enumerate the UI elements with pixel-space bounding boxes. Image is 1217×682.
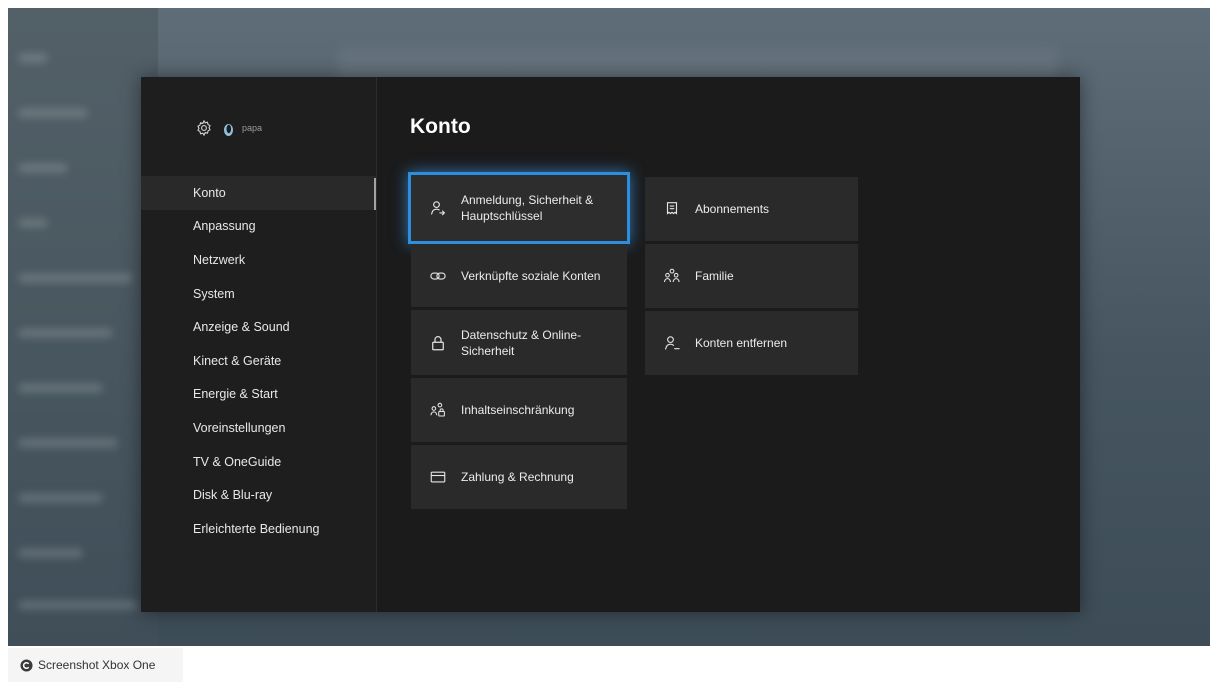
page-title: Konto [410, 115, 471, 138]
sidebar-item-label: Anpassung [193, 219, 256, 234]
tile-konten-entfernen[interactable]: Konten entfernen [645, 311, 858, 375]
sidebar-item-konto[interactable]: Konto [141, 176, 377, 210]
tile-verknuepfte-konten[interactable]: Verknüpfte soziale Konten [411, 244, 627, 307]
gear-icon [197, 119, 211, 137]
tile-anmeldung-sicherheit[interactable]: Anmeldung, Sicherheit & Hauptschlüssel [408, 172, 630, 244]
sidebar-item-erleichterte-bedienung[interactable]: Erleichterte Bedienung [141, 512, 377, 546]
tile-inhaltseinschraenkung[interactable]: Inhaltseinschränkung [411, 378, 627, 442]
sidebar-item-anpassung[interactable]: Anpassung [141, 210, 377, 244]
sidebar-item-label: TV & OneGuide [193, 454, 282, 469]
sidebar-item-label: Voreinstellungen [193, 420, 286, 435]
sidebar-item-label: Anzeige & Sound [193, 320, 290, 335]
settings-sidebar: papa Konto Anpassung Netzwerk System Anz… [141, 77, 377, 612]
caption-text: Screenshot Xbox One [38, 658, 156, 672]
sidebar-item-netzwerk[interactable]: Netzwerk [141, 243, 377, 277]
tile-label: Abonnements [695, 202, 770, 216]
tile-label: Konten entfernen [695, 336, 788, 350]
sidebar-item-label: Energie & Start [193, 387, 278, 402]
credit-card-icon [427, 466, 449, 488]
link-icon [427, 265, 449, 287]
tile-zahlung-rechnung[interactable]: Zahlung & Rechnung [411, 445, 627, 509]
sidebar-item-label: Kinect & Geräte [193, 353, 282, 368]
family-icon [661, 265, 683, 287]
sidebar-divider [376, 77, 377, 612]
sidebar-item-label: System [193, 286, 235, 301]
background-sidebar [8, 8, 158, 646]
username: papa [242, 123, 263, 133]
sidebar-item-energie-start[interactable]: Energie & Start [141, 378, 377, 412]
tile-abonnements[interactable]: Abonnements [645, 177, 858, 241]
tile-label: Zahlung & Rechnung [461, 470, 574, 484]
tile-label: Inhaltseinschränkung [461, 403, 575, 417]
sidebar-item-anzeige-sound[interactable]: Anzeige & Sound [141, 310, 377, 344]
avatar[interactable] [223, 120, 234, 136]
sidebar-item-tv-oneguide[interactable]: TV & OneGuide [141, 445, 377, 479]
tile-label: Familie [695, 269, 734, 283]
tile-label: Datenschutz & Online-Sicherheit [461, 327, 582, 358]
sidebar-item-label: Konto [193, 185, 226, 200]
tile-familie[interactable]: Familie [645, 244, 858, 308]
remove-account-icon [661, 332, 683, 354]
sidebar-item-label: Disk & Blu-ray [193, 488, 273, 503]
tile-datenschutz[interactable]: Datenschutz & Online-Sicherheit [411, 310, 627, 375]
sidebar-item-label: Erleichterte Bedienung [193, 521, 320, 536]
sidebar-item-system[interactable]: System [141, 277, 377, 311]
sidebar-item-voreinstellungen[interactable]: Voreinstellungen [141, 411, 377, 445]
settings-dialog: papa Konto Anpassung Netzwerk System Anz… [141, 77, 1080, 612]
lock-icon [427, 332, 449, 354]
subscriptions-icon [661, 198, 683, 220]
copyright-icon [20, 658, 33, 672]
sidebar-item-disk-bluray[interactable]: Disk & Blu-ray [141, 478, 377, 512]
user-header: papa [195, 117, 262, 139]
sidebar-item-label: Netzwerk [193, 252, 246, 267]
tile-label: Anmeldung, Sicherheit & Hauptschlüssel [461, 193, 594, 223]
settings-nav: Konto Anpassung Netzwerk System Anzeige … [141, 176, 377, 546]
image-caption: Screenshot Xbox One [8, 648, 183, 682]
family-lock-icon [427, 399, 449, 421]
sidebar-item-kinect-geraete[interactable]: Kinect & Geräte [141, 344, 377, 378]
tile-label: Verknüpfte soziale Konten [461, 268, 601, 283]
person-key-icon [427, 197, 449, 219]
